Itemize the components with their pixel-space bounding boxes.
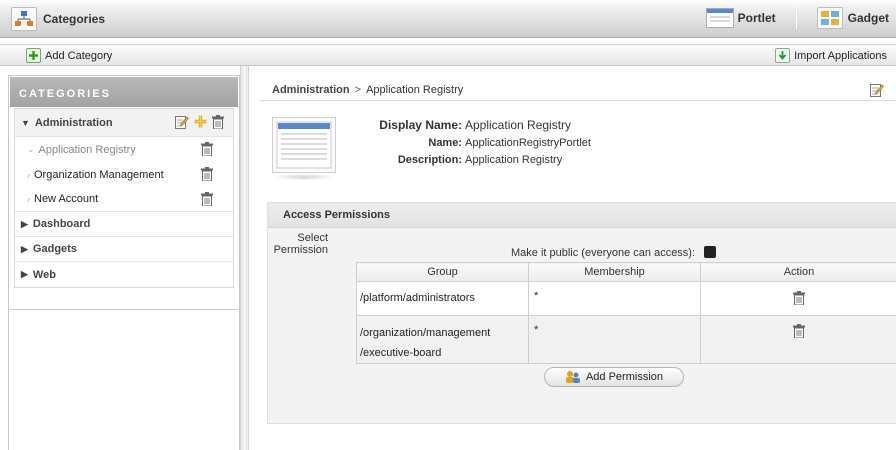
add-category-label: Add Category (45, 49, 113, 62)
breadcrumb-current: Application Registry (366, 84, 464, 96)
make-public-label: Make it public (everyone can access): (511, 247, 696, 259)
add-permission-label: Add Permission (585, 371, 664, 383)
category-administration-label: Administration (34, 116, 113, 129)
edit-category-icon[interactable] (175, 115, 189, 129)
categories-title-area: Categories (11, 7, 105, 31)
add-application-icon[interactable] (193, 114, 208, 129)
expand-arrow-icon: ▶ (21, 243, 28, 254)
chevron-right-icon: › (27, 169, 30, 180)
group-path-continued: /executive-board (360, 347, 442, 359)
permission-table: Group Membership Action /platform/admini… (356, 262, 896, 364)
category-web[interactable]: ▶ Web (15, 262, 233, 287)
add-category-button[interactable]: Add Category (26, 48, 112, 63)
top-bar: Categories Portlet Gadget (0, 0, 896, 38)
category-web-label: Web (32, 268, 56, 281)
display-name-label: Display Name: (379, 118, 462, 132)
table-row: /platform/administrators * (356, 281, 896, 316)
category-item-label: Application Registry (38, 143, 136, 156)
select-permission-line1: Select (297, 232, 328, 244)
action-cell (700, 281, 896, 316)
display-name-value: Application Registry (465, 118, 572, 132)
collapse-arrow-icon: ▼ (21, 117, 30, 128)
add-category-icon (26, 48, 41, 63)
chevron-right-icon: › (27, 194, 30, 204)
permission-table-header: Group Membership Action (356, 262, 896, 282)
categories-icon (11, 7, 37, 31)
add-permission-button[interactable]: Add Permission (544, 367, 684, 387)
tab-portlet[interactable]: Portlet (705, 8, 776, 28)
table-row: /organization/management /executive-boar… (356, 315, 896, 364)
chevron-down-icon: ⌄ (27, 144, 35, 154)
import-applications-label: Import Applications (794, 49, 887, 62)
action-cell (700, 315, 896, 364)
resize-splitter[interactable] (240, 66, 249, 450)
membership-cell: * (528, 315, 701, 364)
tab-gadget-label: Gadget (847, 11, 889, 25)
breadcrumb-divider (260, 100, 896, 101)
access-permissions-header: Access Permissions (268, 203, 896, 228)
categories-title: Categories (43, 12, 106, 26)
sidebar-divider (10, 309, 238, 310)
breadcrumb: Administration > Application Registry (272, 84, 463, 96)
expand-arrow-icon: ▶ (21, 218, 28, 229)
description-label: Description: (397, 154, 462, 166)
delete-permission-icon[interactable] (793, 324, 805, 339)
group-cell: /organization/management /executive-boar… (356, 315, 529, 364)
name-value: ApplicationRegistryPortlet (465, 137, 591, 149)
column-header-membership: Membership (528, 262, 701, 282)
breadcrumb-root[interactable]: Administration (272, 84, 350, 96)
category-item-application-registry[interactable]: ⌄ Application Registry (15, 137, 233, 162)
category-administration[interactable]: ▼ Administration (15, 109, 233, 137)
name-label: Name: (428, 137, 462, 149)
breadcrumb-separator: > (354, 84, 362, 96)
delete-application-icon[interactable] (201, 167, 213, 182)
category-item-label: New Account (34, 193, 99, 205)
delete-application-icon[interactable] (201, 142, 213, 157)
categories-sidebar: CATEGORIES ▼ Administration ⌄ Applicatio… (8, 75, 240, 450)
category-dashboard[interactable]: ▶ Dashboard (15, 212, 233, 237)
thumbnail-shadow (276, 174, 332, 180)
column-header-group: Group (356, 262, 529, 282)
select-permission-label: Select Permission (272, 232, 328, 256)
group-cell: /platform/administrators (356, 281, 529, 316)
column-header-action: Action (700, 262, 896, 282)
category-dashboard-label: Dashboard (32, 218, 91, 230)
description-value: Application Registry (465, 154, 563, 166)
import-icon (775, 48, 791, 63)
category-gadgets-label: Gadgets (32, 243, 77, 255)
group-path: /organization/management (360, 327, 491, 339)
membership-cell: * (528, 281, 701, 316)
delete-category-icon[interactable] (212, 115, 224, 130)
action-toolbar: Add Category Import Applications (0, 44, 896, 66)
tab-gadget[interactable]: Gadget (816, 7, 889, 29)
category-item-label: Organization Management (34, 168, 164, 181)
category-item-new-account[interactable]: › New Account (15, 187, 233, 212)
categories-header: CATEGORIES (10, 77, 238, 107)
make-public-checkbox[interactable] (704, 246, 716, 258)
delete-permission-icon[interactable] (793, 291, 805, 306)
import-applications-button[interactable]: Import Applications (775, 48, 887, 63)
category-list: ▼ Administration ⌄ Application Registry … (14, 108, 234, 288)
category-item-organization-management[interactable]: › Organization Management (15, 162, 233, 187)
edit-application-icon[interactable] (870, 83, 884, 97)
tab-divider (795, 7, 797, 29)
add-permission-icon (565, 370, 581, 384)
portlet-icon (705, 8, 734, 28)
delete-application-icon[interactable] (201, 192, 213, 207)
group-path: /platform/administrators (360, 292, 475, 304)
tab-portlet-label: Portlet (737, 11, 776, 25)
expand-arrow-icon: ▶ (21, 269, 28, 279)
gadget-icon (816, 7, 843, 29)
category-gadgets[interactable]: ▶ Gadgets (15, 237, 233, 262)
select-permission-line2: Permission (273, 244, 328, 256)
